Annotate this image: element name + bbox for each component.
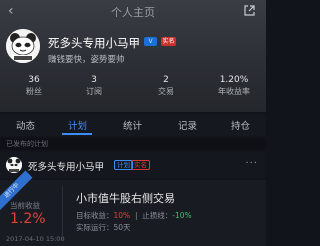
stop-loss-label: 止损线： [142, 211, 173, 220]
divider [62, 186, 63, 240]
share-icon[interactable] [243, 4, 256, 17]
stats-bar: 36 粉丝 3 订阅 2 交易 1.20% 年收益率 [0, 75, 266, 101]
more-icon[interactable]: ··· [245, 158, 258, 169]
profile-header: ‹ 个人主页 死多头专用小马甲 V 实名 赚钱要快，姿势要帅 36 粉丝 3 订… [0, 0, 266, 112]
target-value: 10% [113, 211, 131, 220]
stat-value: 2 [163, 75, 169, 85]
plan-card[interactable]: 进行中 当前收益 1.2% 2017-04-10 15:00 小市值牛股右侧交易… [0, 170, 266, 246]
run-label: 实际运行： [76, 223, 114, 232]
tab-activity[interactable]: 动态 [16, 118, 35, 132]
avatar[interactable] [6, 29, 40, 63]
tab-bar: 动态 计划 统计 记录 持仓 [0, 114, 266, 136]
stat-label: 交易 [158, 87, 174, 96]
active-tab-indicator [62, 133, 92, 135]
plan-author-row[interactable]: 死多头专用小马甲 计划 实名 ··· [0, 152, 266, 178]
tab-plan[interactable]: 计划 [68, 118, 87, 132]
start-time: 2017-04-10 15:00 [6, 235, 65, 243]
current-return-value: 1.2% [10, 211, 46, 227]
tab-holdings[interactable]: 持仓 [231, 118, 250, 132]
stat-value: 3 [91, 75, 97, 85]
target-label: 目标收益： [76, 211, 114, 220]
avatar[interactable] [6, 157, 22, 173]
stop-loss-value: -10% [172, 211, 192, 220]
plan-targets: 目标收益：10% | 止损线：-10% [76, 211, 192, 220]
stat-value: 1.20% [219, 75, 249, 85]
stat-annual-return[interactable]: 1.20% 年收益率 [204, 75, 264, 97]
verified-badge: V [144, 37, 157, 46]
panda-face-icon [6, 157, 22, 173]
stat-value: 36 [28, 75, 40, 85]
plan-duration: 实际运行：50天 [76, 222, 131, 233]
section-heading: 已发布的计划 [0, 138, 266, 150]
stat-trades[interactable]: 2 交易 [136, 75, 196, 97]
page-title: 个人主页 [111, 6, 155, 19]
tab-statistics[interactable]: 统计 [123, 118, 142, 132]
stat-subscriptions[interactable]: 3 订阅 [64, 75, 124, 97]
user-bio: 赚钱要快，姿势要帅 [48, 55, 125, 65]
stat-followers[interactable]: 36 粉丝 [4, 75, 64, 97]
panda-face-icon [6, 29, 40, 63]
stat-label: 订阅 [86, 87, 102, 96]
author-name: 死多头专用小马甲 [28, 162, 105, 173]
tab-records[interactable]: 记录 [178, 118, 197, 132]
stat-label: 粉丝 [26, 87, 42, 96]
username: 死多头专用小马甲 [48, 36, 140, 50]
current-return-label: 当前收益 [10, 201, 40, 210]
real-name-badge: 实名 [161, 37, 176, 46]
real-name-tag: 实名 [131, 160, 150, 170]
run-value: 50天 [113, 223, 131, 232]
stat-label: 年收益率 [218, 87, 250, 96]
plan-title: 小市值牛股右侧交易 [76, 192, 175, 205]
